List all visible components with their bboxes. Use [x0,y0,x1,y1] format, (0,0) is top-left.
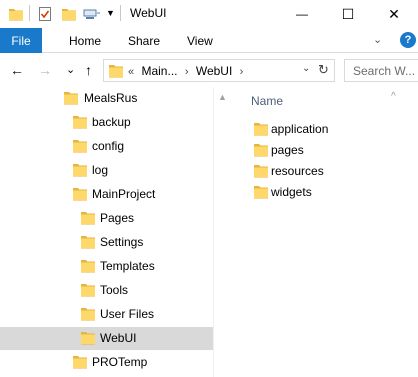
tree-item-label: config [92,139,125,153]
search-input[interactable] [345,60,418,81]
folder-icon [253,185,269,199]
tree-item-user-files[interactable]: User Files [0,303,213,326]
folder-icon [80,259,96,273]
folder-icon [63,91,79,105]
folder-icon [253,122,269,136]
title-bar: ▼ WebUI — ☐ ✕ [0,0,418,28]
up-button[interactable]: ↑ [85,62,92,78]
navigation-bar: ← → ⌄ ↑ « Main... › WebUI › ⌄ ↻ [0,54,418,87]
tree-item-config[interactable]: config [0,135,213,158]
search-box[interactable] [344,59,418,82]
tab-file[interactable]: File [0,28,42,53]
breadcrumb-overflow[interactable]: « [128,66,134,78]
separator [29,5,30,21]
recent-locations-button[interactable]: ⌄ [66,63,75,76]
minimize-button[interactable]: — [279,0,325,28]
tree-item-label: log [92,163,109,177]
breadcrumb-current[interactable]: WebUI [196,64,232,78]
close-button[interactable]: ✕ [371,0,417,28]
file-list: ^ Name application pages resources widge… [231,87,418,377]
ribbon: File Home Share View ⌄ ? [0,28,418,53]
tree-item-label: MealsRus [84,91,138,105]
list-item-label: application [271,122,329,136]
tree-item-label: Settings [100,235,144,249]
tree-item-mainproject[interactable]: MainProject [0,183,213,206]
column-header-name[interactable]: ^ Name [251,91,396,108]
chevron-down-icon[interactable]: ▼ [106,8,115,18]
tree-item-settings[interactable]: Settings [0,231,213,254]
tree-item-mealsrus[interactable]: MealsRus [0,87,213,110]
forward-button[interactable]: → [38,62,52,78]
tree-item-label: PROTemp [92,355,148,369]
folder-icon [80,211,96,225]
new-folder-icon[interactable] [61,6,77,25]
list-item-label: pages [271,143,304,157]
back-button[interactable]: ← [10,62,24,78]
refresh-icon[interactable]: ↻ [318,62,329,78]
folder-icon [253,143,269,157]
folder-icon [72,187,88,201]
folder-icon[interactable] [8,6,24,25]
tree-item-label: Pages [100,211,135,225]
tree-item-webui[interactable]: WebUI [0,327,213,350]
folder-icon [80,235,96,249]
list-item-label: resources [271,164,324,178]
breadcrumb-parent[interactable]: Main... [141,64,177,78]
list-item-resources[interactable]: resources [251,161,411,182]
address-dropdown-icon[interactable]: ⌄ [302,63,310,74]
tree-item-label: User Files [100,307,155,321]
column-header-label: Name [251,94,284,108]
tree-item-label: backup [92,115,131,129]
folder-icon [80,307,96,321]
maximize-button[interactable]: ☐ [325,0,371,28]
expand-ribbon-icon[interactable]: ⌄ [373,33,382,46]
folder-icon [72,355,88,369]
folder-icon [72,115,88,129]
tree-item-label: WebUI [100,331,137,345]
customize-toolbar-icon[interactable] [83,6,101,25]
tree-item-pages[interactable]: Pages [0,207,213,230]
tree-item-label: MainProject [92,187,156,201]
separator [120,5,121,21]
window-title: WebUI [130,6,167,20]
address-bar[interactable]: « Main... › WebUI › ⌄ ↻ [103,59,335,82]
tab-share[interactable]: Share [128,34,160,48]
breadcrumb: « Main... › WebUI › [128,64,247,78]
tab-view[interactable]: View [187,34,213,48]
tree-item-log[interactable]: log [0,159,213,182]
folder-icon [108,64,124,81]
list-item-pages[interactable]: pages [251,140,411,161]
breadcrumb-separator[interactable]: › [240,66,244,78]
tree-item-protemp[interactable]: PROTemp [0,351,213,374]
list-item-application[interactable]: application [251,119,411,140]
properties-icon[interactable] [37,6,53,25]
sort-indicator-icon: ^ [391,91,396,102]
scroll-up-icon[interactable]: ▲ [218,92,227,102]
tree-item-tools[interactable]: Tools [0,279,213,302]
tree-item-label: Tools [100,283,129,297]
tree-item-templates[interactable]: Templates [0,255,213,278]
list-item-label: widgets [271,185,312,199]
breadcrumb-separator[interactable]: › [185,66,189,78]
folder-icon [80,331,96,345]
help-icon[interactable]: ? [400,32,416,48]
folder-icon [72,163,88,177]
tab-home[interactable]: Home [69,34,101,48]
folder-icon [80,283,96,297]
folder-icon [72,139,88,153]
folder-icon [253,164,269,178]
navigation-pane-scrollbar[interactable]: ▲ [213,87,230,377]
tree-item-label: Templates [100,259,155,273]
tree-item-backup[interactable]: backup [0,111,213,134]
list-item-widgets[interactable]: widgets [251,182,411,203]
navigation-pane: MealsRus backup config log MainProject P… [0,87,213,377]
